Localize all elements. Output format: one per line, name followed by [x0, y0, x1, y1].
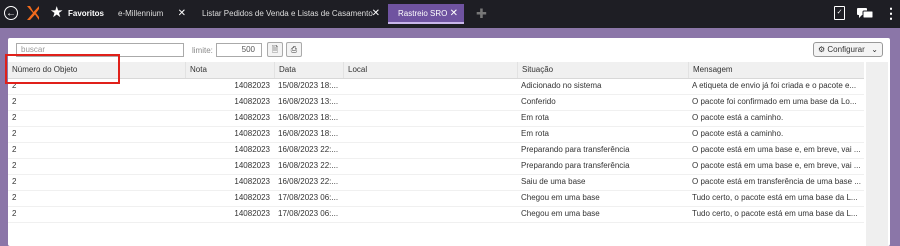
cell-local [343, 78, 517, 94]
table-row[interactable]: 2 14082023 16/08/2023 22:... Preparando … [8, 158, 864, 175]
limit-label: limite: [192, 46, 213, 55]
tab-rastreio-sro[interactable]: Rastreio SRO ✕ [388, 4, 464, 24]
cell-nota: 14082023 [234, 193, 270, 202]
cell-local [343, 142, 517, 158]
cell-numero-objeto: 2 [12, 177, 17, 186]
table-row[interactable]: 2 14082023 17/08/2023 06:... Chegou em u… [8, 206, 864, 223]
close-icon[interactable]: ✕ [178, 4, 186, 24]
cell-nota: 14082023 [234, 97, 270, 106]
add-tab-icon[interactable]: ✚ [476, 7, 487, 20]
printer-icon: ⎙ [290, 45, 298, 54]
cell-situacao: Em rota [521, 113, 550, 122]
print-button[interactable]: ⎙ [286, 42, 302, 57]
chevron-down-icon: ⌄ [871, 45, 878, 54]
configure-button[interactable]: ⚙ Configurar ⌄ [813, 42, 883, 57]
column-header-data[interactable]: Data [274, 62, 343, 78]
cell-situacao: Preparando para transferência [521, 161, 630, 170]
cell-numero-objeto: 2 [12, 97, 17, 106]
table-row[interactable]: 2 14082023 17/08/2023 06:... Chegou em u… [8, 190, 864, 207]
app-logo-icon [27, 6, 39, 20]
cell-numero-objeto: 2 [12, 161, 17, 170]
cell-data: 17/08/2023 06:... [278, 193, 339, 202]
back-arrow-icon[interactable]: ← [4, 6, 18, 20]
table-row[interactable]: 2 14082023 16/08/2023 22:... Saiu de uma… [8, 174, 864, 191]
cell-mensagem: O pacote está em transferência de uma ba… [692, 177, 861, 186]
limit-input[interactable]: 500 [216, 43, 262, 57]
cell-nota: 14082023 [234, 129, 270, 138]
cell-data: 16/08/2023 22:... [278, 177, 339, 186]
cell-nota: 14082023 [234, 177, 270, 186]
tracking-panel: buscar limite: 500 🗎 ⎙ ⚙ Configurar ⌄ Nú… [8, 38, 890, 246]
chat-icon[interactable] [857, 8, 873, 18]
cell-nota: 14082023 [234, 81, 270, 90]
cell-numero-objeto: 2 [12, 209, 17, 218]
highlight-box [5, 54, 120, 84]
cell-situacao: Conferido [521, 97, 556, 106]
cell-data: 16/08/2023 18:... [278, 129, 339, 138]
cell-local [343, 174, 517, 190]
cell-local [343, 94, 517, 110]
cell-mensagem: Tudo certo, o pacote está em uma base da… [692, 209, 858, 218]
cell-data: 16/08/2023 18:... [278, 113, 339, 122]
cell-mensagem: O pacote está a caminho. [692, 113, 784, 122]
cell-mensagem: O pacote está em uma base e, em breve, v… [692, 145, 861, 154]
cell-local [343, 158, 517, 174]
cell-numero-objeto: 2 [12, 113, 17, 122]
kebab-menu-icon[interactable]: ⋮ [884, 5, 898, 21]
column-header-mensagem[interactable]: Mensagem [688, 62, 864, 78]
cell-mensagem: O pacote foi confirmado em uma base da L… [692, 97, 857, 106]
cell-situacao: Adicionado no sistema [521, 81, 602, 90]
cell-situacao: Preparando para transferência [521, 145, 630, 154]
column-header-situacao[interactable]: Situação [517, 62, 688, 78]
cell-nota: 14082023 [234, 145, 270, 154]
favorites-label[interactable]: Favoritos [68, 9, 104, 18]
document-icon: 🗎 [271, 45, 279, 54]
gear-icon: ⚙ [818, 45, 826, 54]
star-icon[interactable]: ★ [50, 4, 63, 22]
cell-local [343, 110, 517, 126]
tab-e-millennium[interactable]: e-Millennium ✕ [108, 4, 192, 24]
cell-situacao: Saiu de uma base [521, 177, 586, 186]
table-header: Número do Objeto Nota Data Local Situaçã… [8, 62, 864, 79]
cell-numero-objeto: 2 [12, 145, 17, 154]
cell-local [343, 126, 517, 142]
cell-situacao: Chegou em uma base [521, 193, 600, 202]
close-icon[interactable]: ✕ [450, 4, 458, 24]
close-icon[interactable]: ✕ [372, 4, 380, 24]
table-row[interactable]: 2 14082023 15/08/2023 18:... Adicionado … [8, 78, 864, 95]
cell-situacao: Chegou em uma base [521, 209, 600, 218]
cell-mensagem: O pacote está em uma base e, em breve, v… [692, 161, 861, 170]
cell-data: 17/08/2023 06:... [278, 209, 339, 218]
cell-numero-objeto: 2 [12, 193, 17, 202]
cell-data: 16/08/2023 22:... [278, 161, 339, 170]
cell-local [343, 206, 517, 222]
cell-mensagem: Tudo certo, o pacote está em uma base da… [692, 193, 858, 202]
tab-listar-pedidos[interactable]: Listar Pedidos de Venda e Listas de Casa… [192, 4, 386, 24]
cell-mensagem: A etiqueta de envio já foi criada e o pa… [692, 81, 857, 90]
tab-label: e-Millennium [118, 9, 164, 18]
export-button[interactable]: 🗎 [267, 42, 283, 57]
tab-label: Listar Pedidos de Venda e Listas de Casa… [202, 9, 373, 18]
cell-nota: 14082023 [234, 161, 270, 170]
cell-data: 16/08/2023 22:... [278, 145, 339, 154]
tab-label: Rastreio SRO [398, 9, 448, 18]
configure-label: Configurar [827, 45, 865, 54]
cell-data: 16/08/2023 13:... [278, 97, 339, 106]
column-header-nota[interactable]: Nota [185, 62, 274, 78]
cell-mensagem: O pacote está a caminho. [692, 129, 784, 138]
cell-nota: 14082023 [234, 209, 270, 218]
table-row[interactable]: 2 14082023 16/08/2023 22:... Preparando … [8, 142, 864, 159]
table-row[interactable]: 2 14082023 16/08/2023 13:... Conferido O… [8, 94, 864, 111]
column-header-local[interactable]: Local [343, 62, 517, 78]
cell-situacao: Em rota [521, 129, 550, 138]
table-row[interactable]: 2 14082023 16/08/2023 18:... Em rota O p… [8, 126, 864, 143]
cell-numero-objeto: 2 [12, 129, 17, 138]
clipboard-icon[interactable]: ✓ [834, 6, 845, 20]
cell-nota: 14082023 [234, 113, 270, 122]
cell-local [343, 190, 517, 206]
vertical-scrollbar[interactable] [866, 62, 888, 246]
top-bar: ← ★ Favoritos e-Millennium ✕ Listar Pedi… [0, 0, 900, 28]
cell-data: 15/08/2023 18:... [278, 81, 339, 90]
table-row[interactable]: 2 14082023 16/08/2023 18:... Em rota O p… [8, 110, 864, 127]
